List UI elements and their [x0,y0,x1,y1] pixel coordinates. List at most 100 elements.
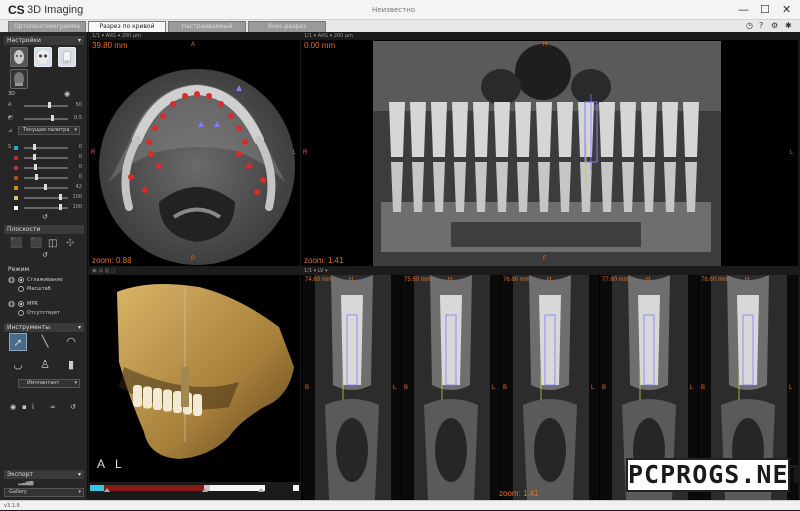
upper-tooth-8 [557,102,573,157]
reset-views-icon[interactable]: ↺ [42,251,48,259]
maximize-button[interactable]: ☐ [760,3,770,16]
tooth-marker-12[interactable] [156,163,162,169]
upper-tooth-2 [431,102,447,157]
help-icon[interactable]: ? [759,21,763,30]
visibility-icon[interactable]: ◉ [10,403,16,411]
reset-palette-icon[interactable]: ↺ [42,213,48,221]
implant-marker-0[interactable] [236,85,242,91]
preset-tooth[interactable] [58,47,76,67]
tooth-marker-2[interactable] [160,113,166,119]
mpr-radio[interactable] [18,301,24,307]
tooth-marker-14[interactable] [246,163,252,169]
volume-render-image [117,283,294,459]
tooth-marker-4[interactable] [182,93,188,99]
link-icon[interactable]: ∞ [50,403,56,411]
pano-label-bottom: F [543,256,547,262]
cube-rotate-icon[interactable]: ✣ [66,238,74,249]
settings-header[interactable]: Настройки ▾ [4,36,84,45]
tooth-marker-6[interactable] [206,93,212,99]
gallery-dropdown[interactable]: Gallery ▾ [4,488,84,497]
palette-slider-6[interactable]: 100 [8,204,82,211]
trash-icon[interactable]: ▪ [22,403,27,411]
upper-tooth-13 [662,102,678,157]
views-header[interactable]: Плоскости [4,225,84,234]
minimize-button[interactable]: — [738,3,749,16]
smoothing-icon: ◍ [8,275,15,284]
slice-timeline[interactable] [90,484,300,492]
mode-zoom-label: Масштаб [27,286,51,292]
cube-side-icon[interactable]: ⬛ [30,238,42,249]
tooth-marker-8[interactable] [228,113,234,119]
angle-tool[interactable]: ◠ [62,333,80,351]
tooth-marker-1[interactable] [152,125,158,131]
slider-contrast[interactable]: ◩ 0.5 [8,115,82,122]
panoramic-view[interactable]: 1/1 ▾ AVG ▾ 200 μm 0.00 mm H F R L zoom:… [301,32,798,266]
slider-opacity[interactable]: A 50 [8,102,82,109]
palette-slider-0[interactable]: S0 [8,144,82,151]
tooth-marker-11[interactable] [148,151,154,157]
mode-zoom-radio[interactable] [18,286,24,292]
cube-split-icon[interactable]: ◫ [48,238,57,249]
implant-marker-1[interactable] [198,121,204,127]
settings-icon[interactable]: ✱ [785,21,792,30]
implant-tool[interactable]: ▮ [62,356,80,374]
gears-icon[interactable]: ⚙ [771,21,778,30]
tooth-marker-18[interactable] [142,187,148,193]
clock-icon[interactable]: ◷ [746,21,753,30]
lower-tooth-7 [538,162,550,212]
palette-slider-5[interactable]: 100 [8,194,82,201]
tooth-marker-0[interactable] [146,139,152,145]
pointer-tool[interactable]: ➚ [9,333,27,351]
cube-front-icon[interactable]: ⬛ [10,238,22,249]
palette-slider-1[interactable]: 0 [8,154,82,161]
app-logo-bold: CS [8,3,25,17]
tab-curved-section[interactable]: Разрез по кривой [88,21,166,32]
marker-layer [128,85,266,195]
tooth-marker-17[interactable] [254,189,260,195]
reset-tools-icon[interactable]: ↺ [70,403,76,411]
tooth-marker-16[interactable] [260,177,266,183]
panoramic-image [373,41,721,266]
tooth-marker-9[interactable] [236,125,242,131]
tooth-tool[interactable]: ♙ [36,356,54,374]
export-slider-icon[interactable]: ▂▃▅▆ [18,480,33,486]
palette-slider-2[interactable]: 0 [8,164,82,171]
tooth-marker-5[interactable] [194,91,200,97]
preset-head-front[interactable] [10,47,28,67]
tools-header[interactable]: Инструменты ▾ [4,323,84,332]
volume-3d-view[interactable]: ▣ ▤ ▥ ◫ A L [89,267,300,482]
mode-smoothing-radio[interactable] [18,277,24,283]
tooth-marker-10[interactable] [242,139,248,145]
tab-voxel[interactable]: Вокс-разрез [248,21,326,32]
measure-tool[interactable]: ╲ [36,333,54,351]
tooth-marker-7[interactable] [218,101,224,107]
tooth-marker-3[interactable] [170,101,176,107]
tooth-marker-13[interactable] [236,151,242,157]
preset-head-dark[interactable] [10,69,28,89]
slice-distance: 76.60 mm [503,277,530,283]
slice-label-top: H [547,277,552,283]
palette-slider-3[interactable]: 0 [8,174,82,181]
tab-thickness[interactable]: Настраиваемый толщиной [168,21,246,40]
cross-slice-0[interactable]: 74.60 mm H B L [303,275,401,500]
info-icon[interactable]: ⅰ [32,403,34,411]
upper-tooth-10 [599,102,615,157]
implant-marker-2[interactable] [214,121,220,127]
palette-slider-4[interactable]: 42 [8,184,82,191]
version-label: v3.1.9 [4,503,20,509]
mpr-none-radio[interactable] [18,310,24,316]
tooth-marker-15[interactable] [128,174,134,180]
cross-slice-1[interactable]: 75.60 mm H B L [402,275,500,500]
export-header[interactable]: Экспорт ▾ [4,470,84,479]
tab-panoramic[interactable]: Ортопантомограмма [8,21,86,32]
eye-icon[interactable]: ◉ [64,90,70,98]
tool-type-dropdown[interactable]: Имплантант ▾ [18,379,80,388]
palette-dropdown[interactable]: Текущая палитра ▾ [18,126,80,135]
axial-view[interactable]: 1/1 ▾ AVG ▾ 200 μm 39.80 mm A P R L zoom… [89,32,300,266]
cross-slice-2[interactable]: 76.60 mm H B L [501,275,599,500]
preset-skull[interactable] [34,47,52,67]
slice-label-top: H [745,277,750,283]
nerve-tool[interactable]: ◡ [9,356,27,374]
close-button[interactable]: ✕ [782,3,791,16]
cross-section-toolbar[interactable]: 1/1 ▾ LV ▾ [301,267,798,275]
